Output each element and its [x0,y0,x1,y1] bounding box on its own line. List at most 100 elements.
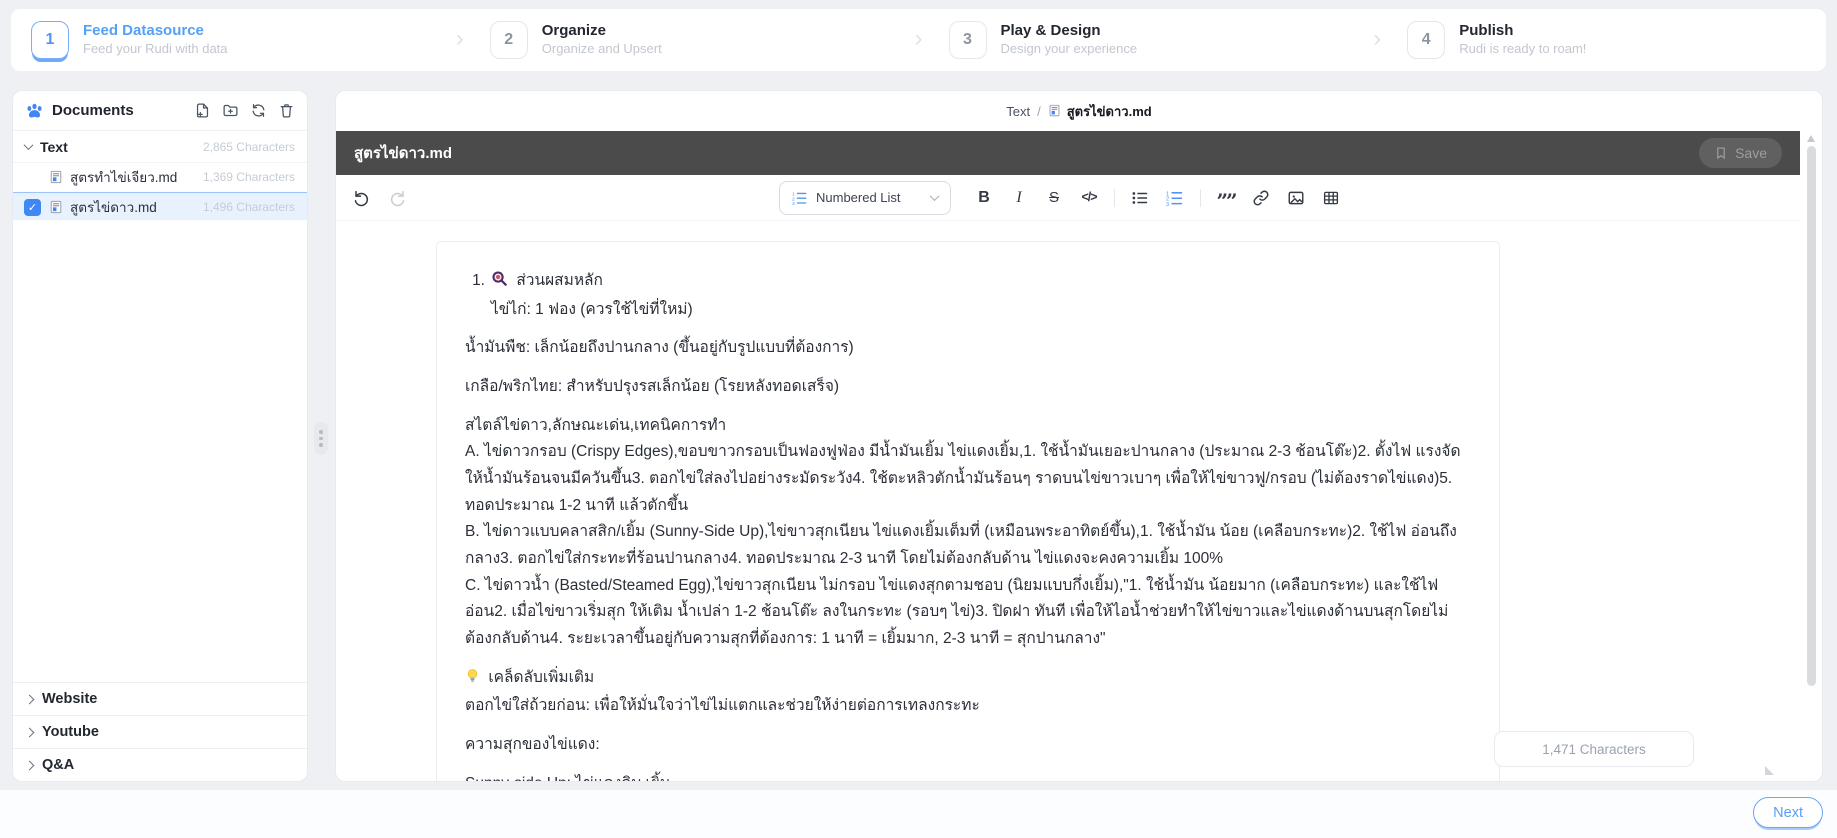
scroll-up-arrow-icon[interactable] [1807,135,1815,142]
breadcrumb-section[interactable]: Text [1006,104,1030,119]
editor-content-area[interactable]: 1. ส่วนผสมหลัก ไข่ไก่: 1 ฟอง (ควรใช้ไข่ท… [336,221,1800,782]
ordered-list-item: 1. ส่วนผสมหลัก ไข่ไก่: 1 ฟอง (ควรใช้ไข่ท… [465,268,1471,323]
document-icon [49,200,63,214]
step-number-2: 2 [489,21,528,59]
paragraph-line: B. ไข่ดาวแบบคลาสสิก/เยิ้ม (Sunny-Side Up… [465,523,1457,567]
editor-toolbar: 123 Numbered List B I S </> 123 ”” [336,175,1800,221]
sidebar-group-website[interactable]: Website [13,682,307,715]
paragraph: น้ำมันพืช: เล็กน้อยถึงปานกลาง (ขึ้นอยู่ก… [465,335,1471,362]
svg-text:3: 3 [792,201,795,206]
chevron-right-icon: › [914,25,923,52]
add-folder-button[interactable] [221,102,239,120]
scrollbar-thumb[interactable] [1806,146,1816,686]
file-name: สูตรไข่ดาว.md [70,199,157,215]
file-name: สูตรทำไข่เจียว.md [70,170,178,185]
bold-button[interactable]: B [974,186,994,210]
group-label: Youtube [42,724,99,740]
chevron-right-icon [24,727,35,737]
resize-grip[interactable] [1765,766,1774,775]
footer-bar: Next [0,790,1837,838]
next-button[interactable]: Next [1753,797,1823,828]
document-icon [1048,104,1062,118]
paragraph: เคล็ดลับเพิ่มเติม ตอกไข่ใส่ถ้วยก่อน: เพื… [465,665,1471,720]
file-checkbox[interactable]: ✓ [24,199,41,216]
step-number-3: 3 [948,21,987,59]
lightbulb-icon [465,667,480,694]
sidebar-title: Documents [52,102,134,119]
chevron-right-icon [24,760,35,770]
chevron-right-icon: › [1373,25,1382,52]
undo-button[interactable] [352,186,372,210]
editor-panel: Text / สูตรไข่ดาว.md สูตรไข่ดาว.md Save … [335,90,1823,782]
step-subtitle: Organize and Upsert [541,40,662,56]
paragraph-line: C. ไข่ดาวน้ำ (Basted/Steamed Egg),ไข่ขาว… [465,576,1449,647]
editor-scrollbar[interactable] [1804,133,1818,775]
step-title: Play & Design [1000,22,1101,40]
step-title: Publish [1459,22,1514,40]
paragraph-line: สไตล์ไข่ดาว,ลักษณะเด่น,เทคนิคการทำ [465,416,727,434]
step-title: Organize [541,22,606,40]
magnifier-icon [491,270,508,297]
add-document-button[interactable] [193,102,211,120]
table-button[interactable] [1321,186,1341,210]
sidebar-group-text[interactable]: Text 2,865 Characters [13,131,307,163]
breadcrumb-separator: / [1037,103,1041,119]
paragraph-line: A. ไข่ดาวกรอบ (Crispy Edges),ขอบขาวกรอบเ… [465,443,1461,514]
step-number-1: 1 [31,21,69,59]
delete-button[interactable] [277,102,295,120]
strikethrough-button[interactable]: S [1044,186,1064,210]
list-marker: 1. [472,272,485,289]
markdown-document[interactable]: 1. ส่วนผสมหลัก ไข่ไก่: 1 ฟอง (ควรใช้ไข่ท… [436,241,1500,782]
refresh-button[interactable] [249,102,267,120]
redo-button[interactable] [387,186,407,210]
file-characters: 1,496 Characters [202,199,295,214]
toolbar-divider [1114,188,1115,207]
bullet-list-button[interactable] [1130,186,1150,210]
file-row-fried-egg[interactable]: ✓ สูตรไข่ดาว.md 1,496 Characters [13,192,307,221]
character-count-badge: 1,471 Characters [1494,731,1694,767]
numbered-list-button[interactable]: 123 [1165,186,1185,210]
list-item-text: ส่วนผสมหลัก [516,272,603,289]
block-format-value: Numbered List [816,190,901,205]
paragraph-line: Sunny-side Up: ไข่แดงดิบ เยิ้ม [465,771,1471,782]
step-subtitle: Design your experience [1000,40,1138,56]
step-feed-datasource[interactable]: 1 Feed Datasource Feed your Rudi with da… [11,21,450,59]
paragraph-line: เกลือ/พริกไทย: สำหรับปรุงรสเล็กน้อย (โรย… [465,377,840,395]
step-subtitle: Feed your Rudi with data [83,40,228,56]
file-characters: 1,369 Characters [202,170,295,184]
group-label: Website [42,691,98,707]
quote-button[interactable]: ”” [1216,189,1237,213]
svg-text:3: 3 [1166,202,1169,207]
paragraph-line: เคล็ดลับเพิ่มเติม [488,668,595,686]
toolbar-divider [1200,188,1201,207]
sidebar-group-qna[interactable]: Q&A [13,748,307,781]
step-organize[interactable]: 2 Organize Organize and Upsert [470,21,909,59]
document-icon [49,170,63,184]
wizard-stepper: 1 Feed Datasource Feed your Rudi with da… [10,8,1827,72]
step-publish[interactable]: 4 Publish Rudi is ready to roam! [1387,21,1826,59]
paragraph-line: ตอกไข่ใส่ถ้วยก่อน: เพื่อให้มั่นใจว่าไข่ไ… [465,697,980,715]
sidebar-empty-space [13,221,307,682]
breadcrumb: Text / สูตรไข่ดาว.md [336,91,1822,131]
paragraph-line: น้ำมันพืช: เล็กน้อยถึงปานกลาง (ขึ้นอยู่ก… [465,339,854,357]
file-row-omelette[interactable]: สูตรทำไข่เจียว.md 1,369 Characters [13,163,307,192]
block-format-dropdown[interactable]: 123 Numbered List [779,180,951,215]
panel-resize-handle[interactable] [314,422,328,455]
document-title: สูตรไข่ดาว.md [354,145,453,162]
sidebar-group-youtube[interactable]: Youtube [13,715,307,748]
step-play-design[interactable]: 3 Play & Design Design your experience [929,21,1368,59]
chevron-right-icon [24,694,35,704]
image-button[interactable] [1286,186,1306,210]
italic-button[interactable]: I [1009,186,1029,210]
code-button[interactable]: </> [1079,186,1099,210]
link-button[interactable] [1251,186,1271,210]
group-label: Text [40,138,68,155]
group-label: Q&A [42,757,75,773]
paragraph: Sunny-side Up: ไข่แดงดิบ เยิ้ม [465,771,1471,782]
paw-icon [25,101,44,120]
chevron-right-icon: › [455,25,464,52]
breadcrumb-file: สูตรไข่ดาว.md [1066,103,1152,119]
save-button[interactable]: Save [1699,138,1782,168]
documents-sidebar: Documents Text 2,865 Characters สูตรทำไข… [12,90,308,782]
save-label: Save [1735,145,1767,161]
